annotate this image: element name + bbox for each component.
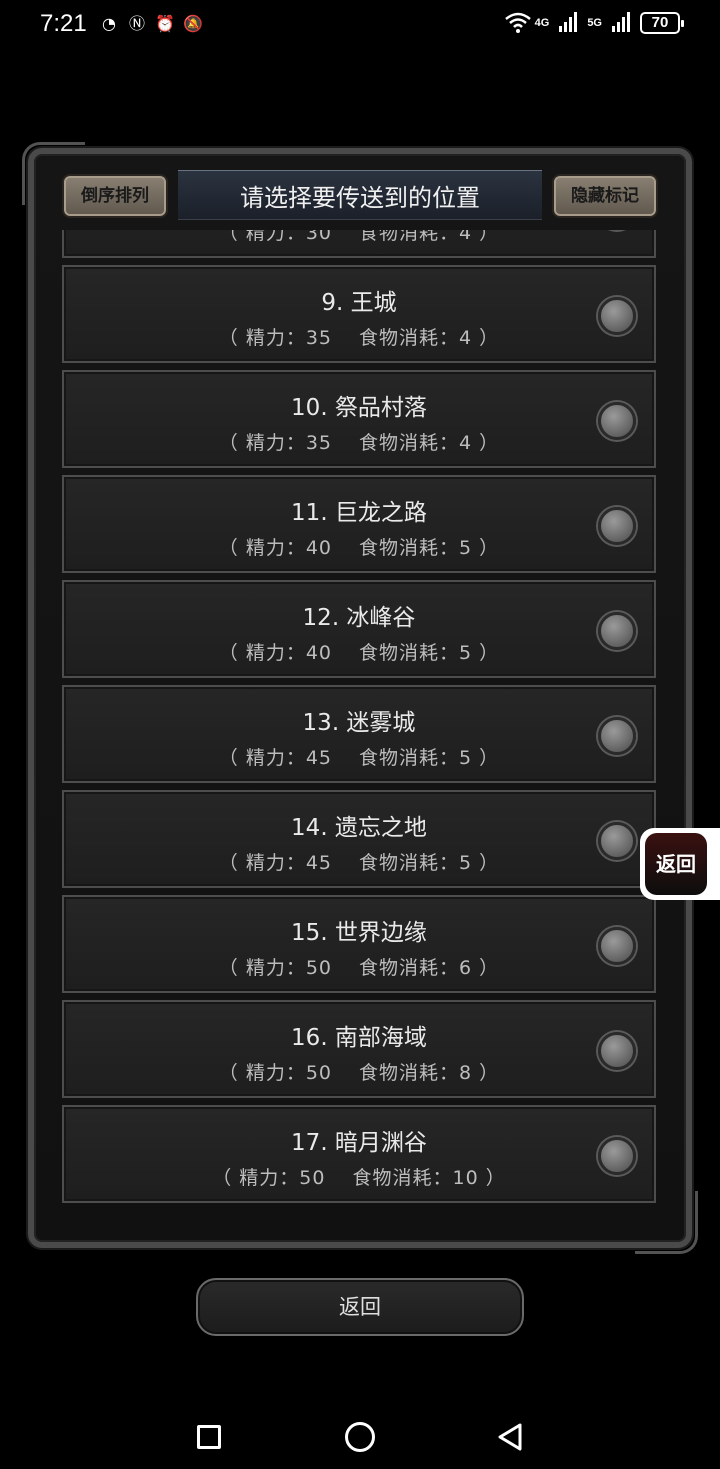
location-cost: （ 精力：50 食物消耗：8 ） — [218, 1062, 500, 1084]
location-row[interactable]: 15. 世界边缘 （ 精力：50 食物消耗：6 ） — [62, 895, 656, 993]
navigation-bar — [0, 1400, 720, 1469]
location-radio-button[interactable] — [598, 1032, 636, 1070]
location-cost: （ 精力：50 食物消耗：6 ） — [218, 957, 500, 979]
location-title: 12. 冰峰谷 — [302, 605, 416, 631]
location-list[interactable]: 8. 季风平原（ 精力：30 食物消耗：4 ） 9. 王城 （ 精力：35 食物消耗… — [62, 230, 656, 1232]
location-cost: （ 精力：40 食物消耗：5 ） — [218, 537, 500, 559]
back-icon[interactable] — [496, 1422, 524, 1456]
location-title: 10. 祭品村落 — [291, 395, 427, 421]
location-radio-button[interactable] — [598, 507, 636, 545]
floating-back-button[interactable]: 返回 — [640, 828, 720, 900]
location-radio-button[interactable] — [598, 927, 636, 965]
location-row[interactable]: 12. 冰峰谷 （ 精力：40 食物消耗：5 ） — [62, 580, 656, 678]
location-title: 17. 暗月渊谷 — [291, 1130, 427, 1156]
location-radio-button[interactable] — [598, 1137, 636, 1175]
location-cost: （ 精力：40 食物消耗：5 ） — [218, 642, 500, 664]
return-button[interactable]: 返回 — [196, 1278, 524, 1336]
dialog-header: 请选择要传送到的位置 倒序排列 隐藏标记 — [28, 150, 692, 230]
location-radio-button[interactable] — [598, 297, 636, 335]
location-cost: （ 精力：30 食物消耗：4 ） — [218, 230, 500, 244]
network-4g-label: 4G — [534, 17, 550, 29]
location-title: 16. 南部海域 — [291, 1025, 427, 1051]
nfc-icon: Ⓝ — [128, 14, 145, 33]
mute-icon: 🔕 — [183, 14, 203, 33]
data-saver-icon: ◔ — [102, 14, 116, 33]
wifi-icon — [504, 12, 531, 34]
recents-icon[interactable] — [197, 1425, 221, 1449]
location-cost: （ 精力：35 食物消耗：4 ） — [218, 327, 500, 349]
location-title: 11. 巨龙之路 — [291, 500, 427, 526]
floating-back-label: 返回 — [645, 833, 707, 895]
location-row[interactable]: 10. 祭品村落 （ 精力：35 食物消耗：4 ） — [62, 370, 656, 468]
location-row[interactable]: 8. 季风平原（ 精力：30 食物消耗：4 ） — [62, 230, 656, 258]
location-title: 15. 世界边缘 — [291, 920, 427, 946]
location-cost: （ 精力：35 食物消耗：4 ） — [218, 432, 500, 454]
reverse-sort-button[interactable]: 倒序排列 — [62, 174, 168, 218]
status-icons-right: 4G 5G 70 — [504, 12, 684, 34]
location-title: 9. 王城 — [321, 290, 397, 316]
location-cost: （ 精力：45 食物消耗：5 ） — [218, 747, 500, 769]
status-bar: 7:21 ◔ Ⓝ ⏰ 🔕 4G 5G 70 — [0, 0, 720, 52]
location-row[interactable]: 14. 遗忘之地 （ 精力：45 食物消耗：5 ） — [62, 790, 656, 888]
location-cost: （ 精力：45 食物消耗：5 ） — [218, 852, 500, 874]
signal-icon-2 — [610, 12, 632, 34]
signal-icon-1 — [557, 12, 579, 34]
location-cost: （ 精力：50 食物消耗：10 ） — [212, 1167, 506, 1189]
location-row[interactable]: 16. 南部海域 （ 精力：50 食物消耗：8 ） — [62, 1000, 656, 1098]
location-row[interactable]: 9. 王城 （ 精力：35 食物消耗：4 ） — [62, 265, 656, 363]
status-icons-left: ◔ Ⓝ ⏰ 🔕 — [98, 13, 204, 35]
location-radio-button[interactable] — [598, 717, 636, 755]
location-row[interactable]: 11. 巨龙之路 （ 精力：40 食物消耗：5 ） — [62, 475, 656, 573]
hide-markers-button[interactable]: 隐藏标记 — [552, 174, 658, 218]
battery-icon: 70 — [640, 12, 684, 34]
location-title: 13. 迷雾城 — [302, 710, 416, 736]
location-title: 14. 遗忘之地 — [291, 815, 427, 841]
home-icon[interactable] — [345, 1422, 375, 1452]
status-time: 7:21 — [40, 10, 87, 37]
location-row[interactable]: 13. 迷雾城 （ 精力：45 食物消耗：5 ） — [62, 685, 656, 783]
location-radio-button[interactable] — [598, 822, 636, 860]
alarm-icon: ⏰ — [155, 14, 175, 33]
location-radio-button[interactable] — [598, 612, 636, 650]
network-5g-label: 5G — [587, 17, 602, 29]
location-row[interactable]: 17. 暗月渊谷 （ 精力：50 食物消耗：10 ） — [62, 1105, 656, 1203]
location-radio-button[interactable] — [598, 402, 636, 440]
